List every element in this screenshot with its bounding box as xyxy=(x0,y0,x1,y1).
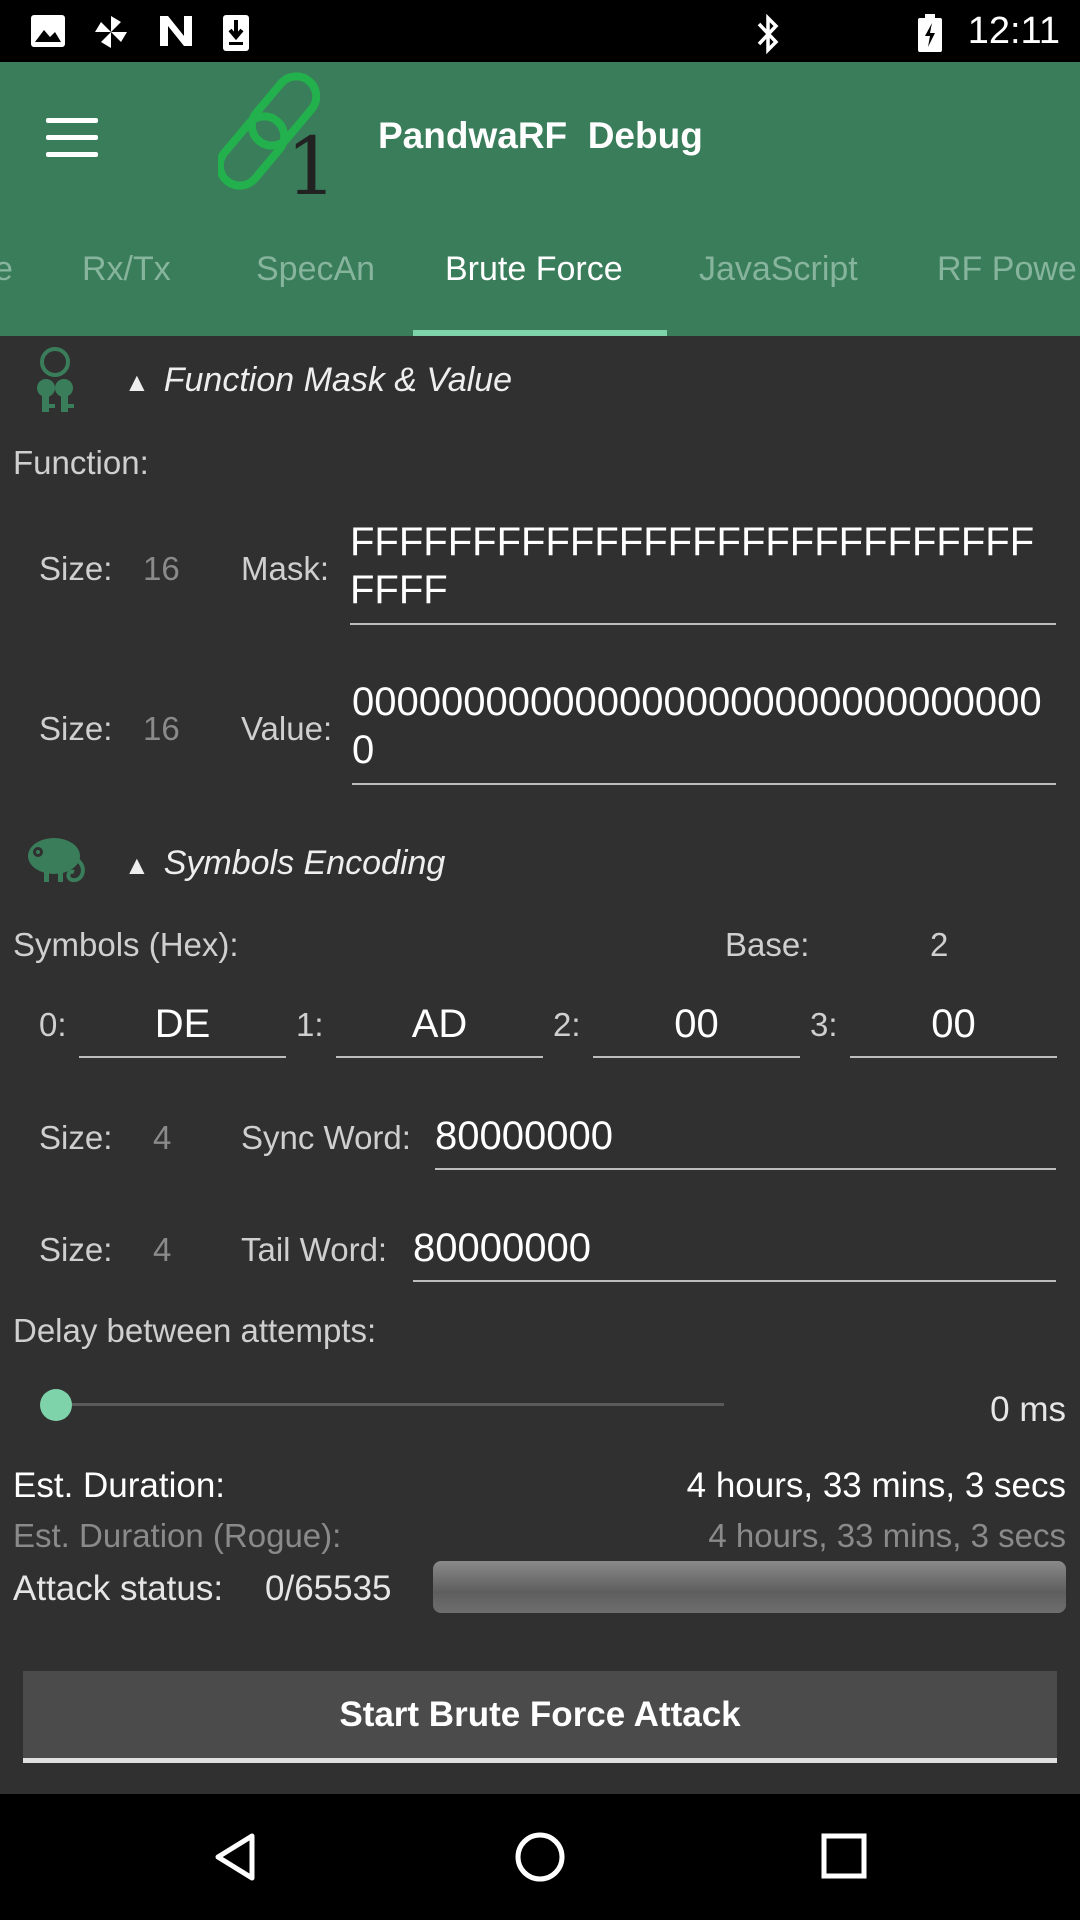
back-icon[interactable] xyxy=(212,1832,258,1882)
tab-rf-power[interactable]: RF Powe xyxy=(937,250,1077,289)
tab-specan[interactable]: SpecAn xyxy=(256,250,375,289)
tab-javascript[interactable]: JavaScript xyxy=(699,250,858,289)
function-section-title: Function Mask & Value xyxy=(163,361,513,399)
mask-size-label: Size: xyxy=(39,550,113,587)
symbol-underline xyxy=(850,1056,1057,1058)
menu-icon[interactable] xyxy=(46,118,98,158)
delay-slider-thumb[interactable] xyxy=(40,1389,72,1421)
pinwheel-icon xyxy=(95,16,127,48)
symbol-input-2[interactable]: 00 xyxy=(593,1000,800,1048)
symbols-section-title: Symbols Encoding xyxy=(163,844,446,882)
sync-word-label: Sync Word: xyxy=(241,1119,411,1156)
symbol-index-0: 0: xyxy=(39,1006,67,1043)
recents-icon[interactable] xyxy=(820,1832,868,1880)
attack-status-value: 0/65535 xyxy=(265,1569,392,1608)
attack-status-label: Attack status: xyxy=(13,1569,224,1608)
status-time: 12:11 xyxy=(967,10,1060,52)
mask-input[interactable]: FFFFFFFFFFFFFFFFFFFFFFFFFFFFFFFF xyxy=(350,518,1055,614)
symbols-hex-label: Symbols (Hex): xyxy=(13,926,239,963)
function-label: Function: xyxy=(13,444,149,481)
battery-icon xyxy=(918,14,942,52)
app-title: PandwaRF Debug xyxy=(378,115,703,156)
base-value[interactable]: 2 xyxy=(930,926,948,964)
est-rogue-value: 4 hours, 33 mins, 3 secs xyxy=(708,1517,1066,1554)
tab-partial-left[interactable]: e xyxy=(0,250,13,289)
value-underline xyxy=(352,783,1056,785)
download-icon xyxy=(223,15,249,51)
keys-icon xyxy=(37,347,74,412)
sync-word-input[interactable]: 80000000 xyxy=(435,1112,1055,1160)
function-section-toggle[interactable]: ▲ Function Mask & Value xyxy=(124,361,512,400)
chain-logo-icon: 1 xyxy=(218,72,337,206)
delay-value: 0 ms xyxy=(990,1390,1066,1429)
tail-size-value: 4 xyxy=(153,1231,172,1268)
chameleon-icon xyxy=(28,838,85,883)
start-brute-force-button[interactable]: Start Brute Force Attack xyxy=(23,1671,1057,1763)
symbol-underline xyxy=(593,1056,800,1058)
mask-underline xyxy=(350,623,1056,625)
est-rogue-label: Est. Duration (Rogue): xyxy=(13,1517,342,1554)
tail-word-underline xyxy=(413,1280,1056,1282)
symbol-index-2: 2: xyxy=(553,1006,581,1043)
symbol-input-0[interactable]: DE xyxy=(79,1000,286,1048)
start-button-label: Start Brute Force Attack xyxy=(339,1694,741,1734)
attack-progress-bar xyxy=(433,1561,1066,1613)
sync-size-value: 4 xyxy=(153,1119,172,1156)
symbol-underline xyxy=(79,1056,286,1058)
symbol-input-1[interactable]: AD xyxy=(336,1000,543,1048)
mask-label: Mask: xyxy=(241,550,330,587)
mask-size-value: 16 xyxy=(143,550,180,587)
value-size-value: 16 xyxy=(143,710,180,747)
home-icon[interactable] xyxy=(513,1830,567,1884)
tail-word-input[interactable]: 80000000 xyxy=(413,1224,1055,1272)
tab-brute-force[interactable]: Brute Force xyxy=(445,250,623,289)
base-label: Base: xyxy=(725,926,810,963)
image-icon xyxy=(31,15,65,47)
symbol-underline xyxy=(336,1056,543,1058)
sync-word-underline xyxy=(435,1168,1056,1170)
navigation-bar xyxy=(0,1794,1080,1920)
status-bar: 12:11 xyxy=(0,0,1080,62)
app-bar: 1 PandwaRF Debug e Rx/Tx SpecAn Brute Fo… xyxy=(0,62,1080,336)
delay-slider-track[interactable] xyxy=(56,1403,724,1406)
tab-indicator xyxy=(413,330,667,336)
symbol-input-3[interactable]: 00 xyxy=(850,1000,1057,1048)
bluetooth-icon xyxy=(757,14,779,54)
symbol-index-1: 1: xyxy=(296,1006,324,1043)
sync-size-label: Size: xyxy=(39,1119,113,1156)
est-duration-value: 4 hours, 33 mins, 3 secs xyxy=(686,1466,1066,1505)
tail-size-label: Size: xyxy=(39,1231,113,1268)
collapse-triangle-icon: ▲ xyxy=(124,850,150,880)
collapse-triangle-icon: ▲ xyxy=(124,367,150,397)
delay-label: Delay between attempts: xyxy=(13,1312,377,1349)
tail-word-label: Tail Word: xyxy=(241,1231,388,1268)
value-input[interactable]: 00000000000000000000000000000000 xyxy=(352,678,1057,774)
value-size-label: Size: xyxy=(39,710,113,747)
svg-text:1: 1 xyxy=(286,120,337,206)
n-logo-icon xyxy=(160,16,192,46)
value-label: Value: xyxy=(241,710,333,747)
tab-rx-tx[interactable]: Rx/Tx xyxy=(82,250,171,289)
symbol-index-3: 3: xyxy=(810,1006,838,1043)
est-duration-label: Est. Duration: xyxy=(13,1466,226,1505)
symbols-section-toggle[interactable]: ▲ Symbols Encoding xyxy=(124,844,445,883)
